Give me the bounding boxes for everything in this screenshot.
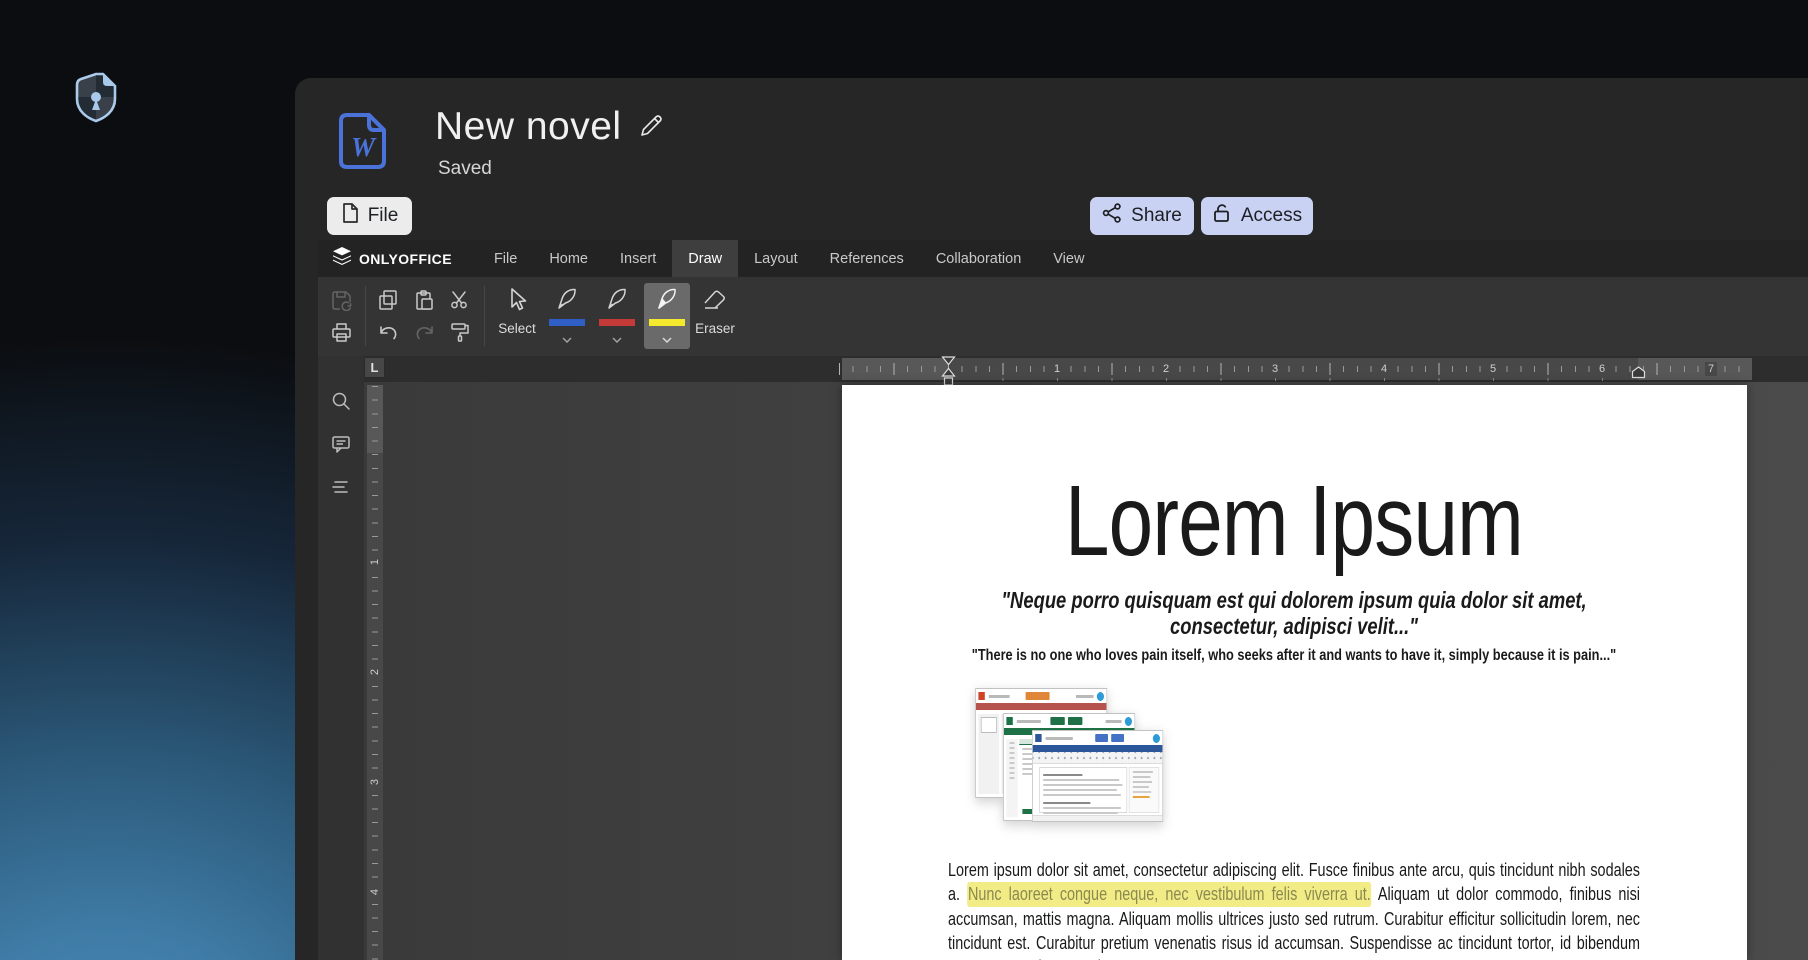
tab-insert[interactable]: Insert: [604, 240, 672, 277]
access-button-label: Access: [1241, 205, 1302, 227]
blue-pen-button[interactable]: [544, 283, 590, 349]
redo-button[interactable]: [409, 317, 439, 347]
onlyoffice-brand: ONLYOFFICE: [318, 240, 478, 277]
onlyoffice-logo-icon: [332, 247, 352, 270]
eraser-tool-button[interactable]: Eraser: [692, 283, 738, 349]
ruler-number: 5: [1487, 362, 1499, 376]
yellow-highlighter-button[interactable]: [644, 283, 690, 349]
format-painter-button[interactable]: [445, 317, 475, 347]
ruler-number: 6: [1596, 362, 1608, 376]
draw-toolbar: Select: [318, 277, 1808, 356]
rename-pencil-icon[interactable]: [638, 113, 664, 139]
tab-view[interactable]: View: [1037, 240, 1100, 277]
file-button[interactable]: File: [327, 197, 412, 235]
doc-quote-italic[interactable]: "Neque porro quisquam est qui dolorem ip…: [948, 587, 1640, 639]
ruler-number: 3: [1269, 362, 1281, 376]
default-tab-stops: [948, 378, 1641, 381]
share-icon: [1102, 203, 1122, 229]
doc-paragraph[interactable]: Lorem ipsum dolor sit amet, consectetur …: [948, 858, 1640, 960]
copy-button[interactable]: [373, 285, 403, 315]
tab-file[interactable]: File: [478, 240, 533, 277]
tab-layout[interactable]: Layout: [738, 240, 814, 277]
save-status: Saved: [438, 158, 492, 180]
blue-pen-color-bar: [549, 319, 585, 326]
doc-letter: W: [338, 132, 388, 163]
ruler-number: 4: [369, 886, 381, 898]
print-button[interactable]: [326, 317, 356, 347]
file-icon: [341, 203, 359, 229]
menu-bar: ONLYOFFICE File Home Insert Draw Layout …: [318, 240, 1808, 277]
toolbar-separator: [484, 286, 485, 346]
access-button[interactable]: Access: [1201, 197, 1313, 235]
tab-draw[interactable]: Draw: [672, 240, 738, 277]
unlock-icon: [1212, 203, 1232, 229]
red-pen-color-bar: [599, 319, 635, 326]
highlighted-text: Nunc laoreet congue neque, nec vestibulu…: [967, 882, 1371, 907]
pen-icon: [654, 286, 680, 317]
tab-collaboration[interactable]: Collaboration: [920, 240, 1037, 277]
yellow-pen-color-bar: [649, 319, 685, 326]
doc-heading[interactable]: Lorem Ipsum: [948, 471, 1640, 571]
comments-button[interactable]: [326, 429, 356, 459]
document-page[interactable]: Lorem Ipsum "Neque porro quisquam est qu…: [842, 385, 1747, 960]
ruler-number: 2: [369, 666, 381, 678]
search-button[interactable]: [326, 386, 356, 416]
ruler-number: 3: [369, 776, 381, 788]
document-embedded-image[interactable]: [975, 688, 1165, 822]
word-window-thumb: [1032, 730, 1163, 822]
share-button[interactable]: Share: [1090, 197, 1194, 235]
save-button[interactable]: [326, 285, 356, 315]
pen-icon: [554, 286, 580, 317]
cut-button[interactable]: [445, 285, 475, 315]
eraser-label: Eraser: [695, 321, 735, 336]
brand-name: ONLYOFFICE: [359, 251, 452, 267]
chevron-down-icon[interactable]: [662, 330, 672, 348]
desktop: W New novel Saved File Share: [0, 0, 1808, 960]
doc-quote-bold[interactable]: "There is no one who loves pain itself, …: [948, 646, 1640, 666]
ruler-number: 1: [369, 556, 381, 568]
ruler-ticks: [839, 363, 1752, 375]
right-indent-marker[interactable]: [1631, 366, 1646, 384]
share-button-label: Share: [1131, 205, 1182, 227]
document-title[interactable]: New novel: [435, 105, 622, 149]
privacy-shield-keyhole-icon[interactable]: [72, 72, 120, 124]
chevron-down-icon[interactable]: [562, 330, 572, 348]
tab-home[interactable]: Home: [533, 240, 604, 277]
navigation-headings-button[interactable]: [326, 472, 356, 502]
toolbar-separator: [365, 286, 366, 346]
red-pen-button[interactable]: [594, 283, 640, 349]
tab-references[interactable]: References: [814, 240, 920, 277]
tab-stop-selector[interactable]: L: [364, 357, 385, 378]
select-label: Select: [498, 321, 536, 336]
pen-icon: [604, 286, 630, 317]
chevron-down-icon[interactable]: [612, 330, 622, 348]
eraser-icon: [702, 287, 728, 318]
paste-button[interactable]: [409, 285, 439, 315]
select-cursor-icon: [505, 287, 529, 318]
left-panel: [318, 356, 364, 960]
file-button-label: File: [368, 205, 399, 227]
select-tool-button[interactable]: Select: [494, 283, 540, 349]
ruler-number: 7: [1705, 362, 1717, 376]
ruler-number: 1: [1051, 362, 1063, 376]
ruler-number: 4: [1378, 362, 1390, 376]
undo-button[interactable]: [373, 317, 403, 347]
ruler-number: 2: [1160, 362, 1172, 376]
